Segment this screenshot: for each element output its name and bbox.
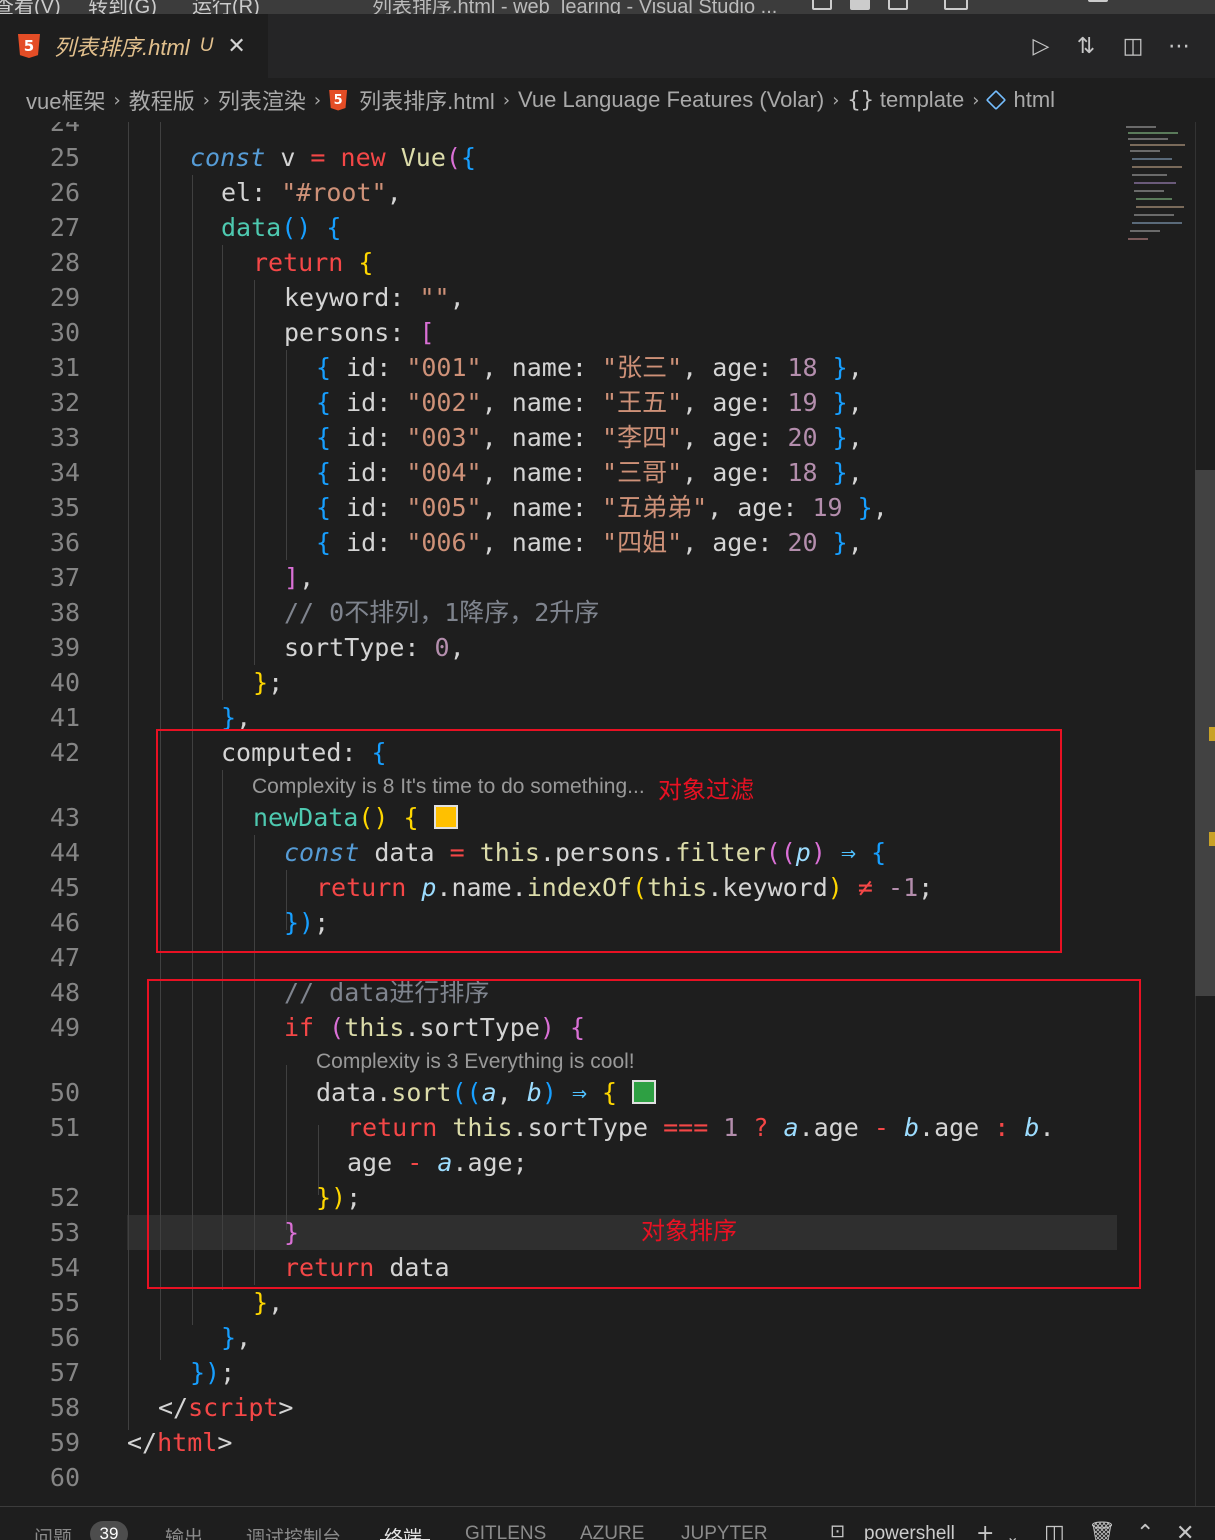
tab-debug-console[interactable]: 调试控制台	[246, 1523, 341, 1540]
toggle-sidebar-icon[interactable]	[812, 0, 832, 10]
breadcrumb-html-label: html	[1013, 87, 1056, 112]
run-icon[interactable]: ▷	[1028, 34, 1054, 60]
split-editor-icon[interactable]: ◫	[1120, 34, 1146, 60]
code-line: const v = new Vue({	[190, 143, 477, 172]
annotation-box-filter	[156, 729, 1062, 953]
scrollbar-marker	[1209, 727, 1215, 741]
close-icon[interactable]: ✕	[1176, 1521, 1194, 1540]
compare-changes-icon[interactable]: ⇅	[1073, 34, 1099, 60]
code-line: ],	[284, 563, 315, 592]
tab-jupyter[interactable]: JUPYTER	[681, 1523, 768, 1540]
code-line: return {	[253, 248, 374, 277]
customize-layout-icon[interactable]	[944, 0, 968, 10]
breadcrumb-item[interactable]: vue框架	[26, 84, 105, 116]
code-line-person: { id: "004", name: "三哥", age: 18 },	[316, 458, 863, 487]
tab-label: 列表排序.html	[54, 35, 190, 60]
minimap[interactable]	[1120, 122, 1195, 252]
code-line-person: { id: "001", name: "张三", age: 18 },	[316, 353, 863, 382]
code-line: };	[253, 668, 284, 697]
code-line-person: { id: "003", name: "李四", age: 20 },	[316, 423, 863, 452]
tab-active-file[interactable]: 5 列表排序.html U ✕	[0, 14, 268, 78]
add-terminal-icon[interactable]: +	[976, 1521, 994, 1540]
chevron-down-icon[interactable]: ⌄	[1006, 1527, 1019, 1540]
html5-icon: 5	[18, 34, 40, 58]
code-line: persons: [	[284, 318, 435, 347]
chevron-up-icon[interactable]: ⌃	[1136, 1521, 1154, 1540]
breadcrumb-template[interactable]: {} template	[847, 87, 964, 113]
code-line: data() {	[221, 213, 342, 242]
chevron-right-icon: ›	[202, 89, 210, 111]
cube-icon	[986, 89, 1007, 111]
toggle-panel-icon[interactable]	[850, 0, 870, 10]
split-terminal-icon[interactable]: ◫	[1044, 1521, 1065, 1540]
code-line: </html>	[127, 1428, 233, 1457]
code-line: },	[221, 1323, 252, 1352]
menu-goto[interactable]: 转到(G)	[88, 0, 157, 14]
terminal-icon: ⊡	[830, 1521, 846, 1540]
chevron-right-icon: ›	[502, 89, 511, 111]
code-line-person: { id: "005", name: "五弟弟", age: 19 },	[316, 493, 888, 522]
menu-view[interactable]: 查看(V)	[0, 0, 61, 14]
more-actions-icon[interactable]: ⋯	[1166, 34, 1192, 60]
breadcrumb-item[interactable]: 列表渲染	[218, 84, 306, 116]
layout-icon[interactable]	[888, 0, 908, 10]
code-editor[interactable]: 24 25 26 27 28 29 30 31 32 33 34 35 36 3…	[0, 122, 1215, 1506]
code-comment: // 0不排列，1降序，2升序	[284, 598, 600, 627]
code-line-person: { id: "006", name: "四姐", age: 20 },	[316, 528, 863, 557]
tab-gitlens[interactable]: GITLENS	[465, 1523, 546, 1540]
title-bar: 查看(V) 转到(G) 运行(R) 列表排序.html - web_learin…	[0, 0, 1215, 14]
html5-icon: 5	[329, 89, 348, 111]
tab-problems[interactable]: 问题	[34, 1523, 72, 1540]
code-line: },	[253, 1288, 284, 1317]
minimize-icon[interactable]	[1088, 0, 1108, 2]
breadcrumb-file-label: 列表排序.html	[359, 89, 495, 114]
tab-terminal[interactable]: 终端	[384, 1523, 422, 1540]
menu-run[interactable]: 运行(R)	[192, 0, 260, 14]
annotation-label-sort: 对象排序	[641, 1217, 737, 1245]
code-line: });	[190, 1358, 236, 1387]
problems-count-badge: 39	[90, 1521, 128, 1540]
breadcrumb-html[interactable]: html	[986, 87, 1056, 113]
breadcrumb-template-label: template	[879, 87, 965, 112]
breadcrumb: vue框架 › 教程版 › 列表渲染 › 5 列表排序.html › Vue L…	[0, 78, 1215, 122]
tab-azure[interactable]: AZURE	[580, 1523, 644, 1540]
chevron-right-icon: ›	[313, 89, 322, 111]
breadcrumb-file[interactable]: 5 列表排序.html	[329, 84, 495, 116]
trash-icon[interactable]: 🗑	[1088, 1521, 1116, 1540]
terminal-name[interactable]: powershell	[864, 1523, 955, 1540]
window-title: 列表排序.html - web_learing - Visual Studio …	[372, 0, 778, 14]
chevron-right-icon: ›	[113, 89, 121, 111]
scrollbar-marker	[1209, 832, 1215, 846]
bottom-panel: 问题 39 输出 调试控制台 终端 GITLENS AZURE JUPYTER …	[0, 1506, 1215, 1540]
untracked-badge: U	[199, 35, 214, 56]
close-icon[interactable]: ✕	[227, 34, 245, 59]
chevron-right-icon: ›	[972, 89, 980, 111]
code-line: el: "#root",	[221, 178, 402, 207]
code-line: sortType: 0,	[284, 633, 465, 662]
annotation-label-filter: 对象过滤	[658, 776, 754, 804]
tab-output[interactable]: 输出	[165, 1523, 203, 1540]
chevron-right-icon: ›	[832, 89, 840, 111]
breadcrumb-item[interactable]: Vue Language Features (Volar)	[518, 87, 824, 113]
code-line: keyword: "",	[284, 283, 465, 312]
braces-icon: {}	[847, 87, 874, 113]
code-line-person: { id: "002", name: "王五", age: 19 },	[316, 388, 863, 417]
code-line: </script>	[158, 1393, 294, 1422]
tab-bar: 5 列表排序.html U ✕ ▷ ⇅ ◫ ⋯	[0, 14, 1215, 78]
breadcrumb-item[interactable]: 教程版	[129, 84, 195, 116]
